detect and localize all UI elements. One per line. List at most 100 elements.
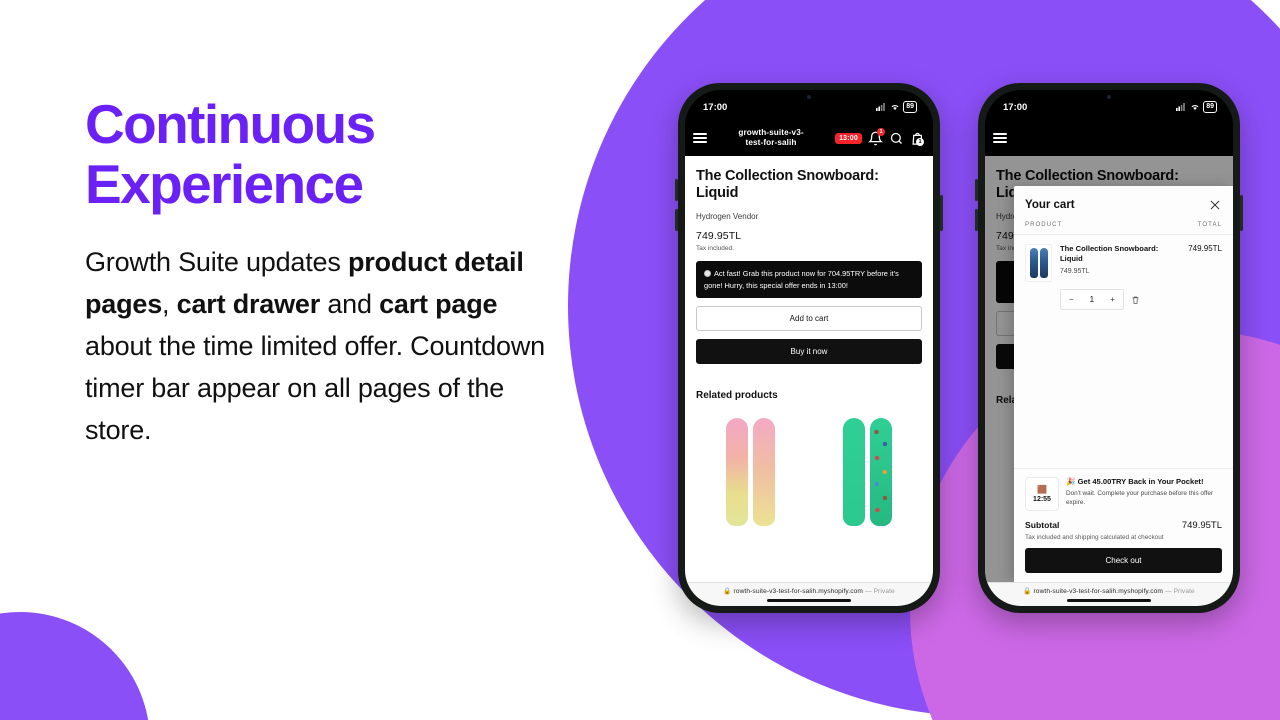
- phone2-browser-url-bar[interactable]: 🔒 rowth-suite-v3-test-for-salih.myshopify…: [985, 582, 1233, 606]
- desc-bold-2: cart drawer: [176, 288, 321, 319]
- slide-canvas: Continuous Experience Growth Suite updat…: [0, 0, 1280, 720]
- product-detail-section: The Collection Snowboard: Liquid Hydroge…: [685, 156, 933, 532]
- snowboard-image: [726, 418, 748, 527]
- shop-name-line-2: test-for-salih: [745, 138, 797, 147]
- hamburger-menu-icon[interactable]: [993, 133, 1007, 143]
- headline-line-2: Experience: [85, 152, 364, 215]
- home-indicator: [1067, 599, 1151, 602]
- cashback-text: 🎉 Get 45.00TRY Back in Your Pocket! Don'…: [1066, 477, 1222, 507]
- lock-icon: 🔒: [1023, 588, 1032, 596]
- phone1-power-button: [940, 195, 943, 231]
- cashback-subtitle: Don't wait. Complete your purchase befor…: [1066, 489, 1214, 507]
- headline-line-1: Continuous: [85, 93, 376, 155]
- phone1-page-body: The Collection Snowboard: Liquid Hydroge…: [685, 156, 933, 582]
- url-display: 🔒 rowth-suite-v3-test-for-salih.myshopify…: [1023, 587, 1195, 595]
- phone2-volume-down-button: [975, 209, 978, 231]
- desc-part-4: about the time limited offer. Countdown …: [85, 331, 545, 446]
- cellular-signal-icon: [876, 103, 886, 111]
- cart-drawer-title: Your cart: [1025, 199, 1075, 211]
- page-title: Continuous Experience: [85, 93, 565, 215]
- column-header-product: PRODUCT: [1025, 222, 1063, 228]
- url-text: rowth-suite-v3-test-for-salih.myshopify.…: [733, 588, 863, 596]
- subtotal-row: Subtotal 749.95TL: [1025, 520, 1222, 531]
- copy-column: Continuous Experience Growth Suite updat…: [85, 93, 565, 452]
- url-display: 🔒 rowth-suite-v3-test-for-salih.myshopify…: [723, 587, 895, 595]
- related-product-card[interactable]: [813, 411, 922, 532]
- cashback-timer-value: 12:55: [1033, 495, 1051, 503]
- front-camera-icon: [807, 95, 811, 99]
- phone2-site-header: [985, 120, 1233, 156]
- bell-icon[interactable]: 1: [867, 127, 885, 146]
- lock-icon: 🔒: [723, 588, 732, 596]
- hamburger-menu-icon[interactable]: [693, 133, 707, 143]
- phone1-status-bar: 17:00 89: [685, 90, 933, 120]
- cashback-offer-box: 🟫 12:55 🎉 Get 45.00TRY Back in Your Pock…: [1025, 477, 1222, 511]
- phone2-screen: 17:00 89 The Collection Snowboard: Tax Y…: [985, 90, 1233, 606]
- search-icon[interactable]: [889, 131, 904, 146]
- snowboard-image: [843, 418, 865, 527]
- cart-drawer: Your cart PRODUCT TOTAL The Collection S…: [1014, 186, 1233, 582]
- phone-mockup-cart-drawer: 17:00 89 The Collection Snowboard: Tax Y…: [975, 83, 1243, 613]
- column-header-total: TOTAL: [1197, 222, 1222, 228]
- cart-column-headers: PRODUCT TOTAL: [1014, 218, 1233, 235]
- cart-quantity-row: − 1 +: [1014, 282, 1233, 310]
- status-indicators: 89: [876, 101, 917, 113]
- countdown-offer-banner: Act fast! Grab this product now for 704.…: [696, 261, 922, 299]
- desc-part-2: ,: [162, 288, 177, 319]
- wifi-icon: [891, 104, 899, 111]
- product-vendor: Hydrogen Vendor: [696, 212, 759, 222]
- phone-mockup-product-page: 17:00 89 growth-suite-v3- test-for-salih…: [675, 83, 943, 613]
- snowboard-thumbnail[interactable]: [1025, 244, 1052, 282]
- cart-drawer-header: Your cart: [1014, 186, 1233, 218]
- product-price: 749.95TL: [696, 230, 742, 243]
- phone1-notch: [763, 90, 855, 110]
- private-mode-label: — Private: [864, 588, 895, 596]
- related-product-card[interactable]: [696, 411, 805, 532]
- cart-item-line-total: 749.95TL: [1188, 244, 1222, 253]
- subtotal-label: Subtotal: [1025, 520, 1060, 530]
- shop-name: growth-suite-v3- test-for-salih: [713, 128, 829, 149]
- countdown-timer-chip: 13:00: [835, 132, 862, 144]
- cart-item-info: The Collection Snowboard: Liquid 749.95T…: [1060, 244, 1180, 282]
- background-blob-purple-bottom-left: [0, 612, 150, 720]
- phone1-browser-url-bar[interactable]: 🔒 rowth-suite-v3-test-for-salih.myshopify…: [685, 582, 933, 606]
- quantity-increment-button[interactable]: +: [1102, 290, 1123, 309]
- trash-icon[interactable]: [1131, 295, 1140, 305]
- product-title: The Collection Snowboard: Liquid: [696, 168, 879, 202]
- status-time: 17:00: [703, 101, 728, 113]
- phone2-page-body: The Collection Snowboard: Liquid Hydroge…: [985, 156, 1233, 582]
- quantity-value[interactable]: 1: [1082, 290, 1102, 309]
- snowboard-image: [870, 418, 892, 527]
- phone1-volume-up-button: [675, 179, 678, 201]
- add-to-cart-button[interactable]: Add to cart: [696, 306, 922, 332]
- hourglass-icon: 🟫: [1037, 484, 1047, 494]
- wifi-icon: [1191, 104, 1199, 111]
- desc-part-1: Growth Suite updates: [85, 246, 348, 277]
- snowboard-image: [753, 418, 775, 527]
- cart-item-name[interactable]: The Collection Snowboard: Liquid: [1060, 244, 1180, 264]
- cashback-title: 🎉 Get 45.00TRY Back in Your Pocket!: [1066, 477, 1204, 486]
- quantity-decrement-button[interactable]: −: [1061, 290, 1082, 309]
- url-text: rowth-suite-v3-test-for-salih.myshopify.…: [1033, 588, 1163, 596]
- shopping-bag-icon[interactable]: 1: [910, 131, 925, 146]
- cart-drawer-footer: 🟫 12:55 🎉 Get 45.00TRY Back in Your Pock…: [1014, 468, 1233, 582]
- quantity-stepper[interactable]: − 1 +: [1060, 289, 1124, 310]
- phone2-power-button: [1240, 195, 1243, 231]
- description-text: Growth Suite updates product detail page…: [85, 241, 565, 452]
- cellular-signal-icon: [1176, 103, 1186, 111]
- buy-it-now-button[interactable]: Buy it now: [696, 339, 922, 365]
- related-products-grid: [696, 411, 922, 532]
- desc-bold-3: cart page: [379, 288, 498, 319]
- subtotal-note: Tax included and shipping calculated at …: [1025, 534, 1164, 541]
- shop-name-line-1: growth-suite-v3-: [738, 127, 804, 137]
- battery-indicator: 89: [903, 101, 917, 113]
- phone1-site-header: growth-suite-v3- test-for-salih 13:00 1 …: [685, 120, 933, 156]
- phone1-screen: 17:00 89 growth-suite-v3- test-for-salih…: [685, 90, 933, 606]
- checkout-button[interactable]: Check out: [1025, 548, 1222, 573]
- related-products-heading: Related products: [696, 390, 778, 402]
- offer-banner-text: Act fast! Grab this product now for 704.…: [704, 269, 899, 290]
- front-camera-icon: [1107, 95, 1111, 99]
- battery-indicator: 89: [1203, 101, 1217, 113]
- status-indicators: 89: [1176, 101, 1217, 113]
- close-icon[interactable]: [1208, 198, 1222, 212]
